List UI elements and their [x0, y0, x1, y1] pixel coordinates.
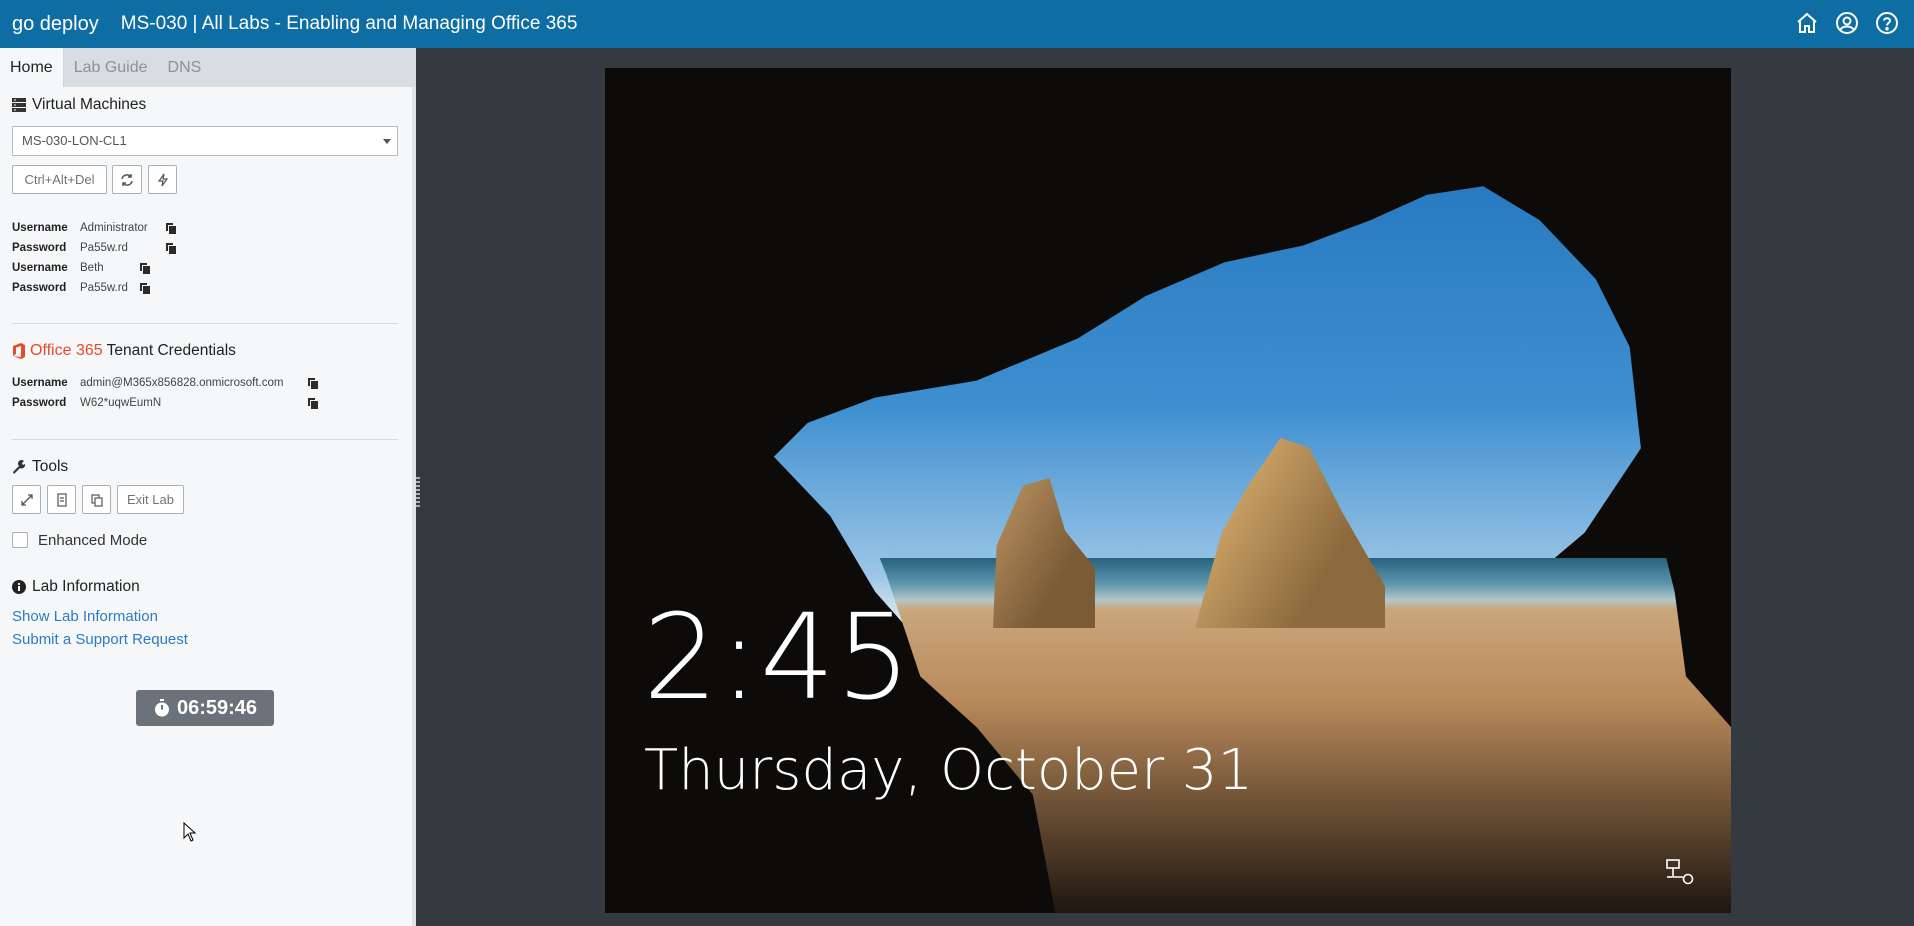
- help-icon[interactable]: [1874, 10, 1900, 36]
- copy-icon[interactable]: [165, 222, 177, 235]
- submit-support-request-link[interactable]: Submit a Support Request: [12, 631, 188, 648]
- vm-select[interactable]: MS-030-LON-CL1: [12, 126, 398, 156]
- lock-screen-time: 2:45: [643, 588, 912, 726]
- remote-desktop-screen[interactable]: 2:45 Thursday, October 31: [605, 68, 1731, 913]
- copy-icon[interactable]: [165, 242, 177, 255]
- tenant-credentials-heading: Office 365 Tenant Credentials: [12, 342, 236, 360]
- credential-value: W62*uqwEumN: [80, 397, 162, 409]
- ctrl-alt-del-button[interactable]: Ctrl+Alt+Del: [12, 165, 107, 194]
- credential-key: Password: [12, 242, 67, 254]
- timer-value: 06:59:46: [176, 696, 258, 719]
- lab-timer: 06:59:46: [136, 690, 274, 726]
- fullscreen-button[interactable]: [12, 485, 41, 514]
- expand-icon: [20, 493, 33, 506]
- server-icon: [12, 98, 26, 112]
- power-button[interactable]: [148, 165, 177, 194]
- virtual-machines-label: Virtual Machines: [32, 96, 147, 113]
- user-account-icon[interactable]: [1834, 10, 1860, 36]
- sidebar: Home Lab Guide DNS Virtual Machines MS-0…: [0, 48, 416, 926]
- clipboard-button[interactable]: [47, 485, 76, 514]
- tenant-credential-row: Password W62*uqwEumN: [12, 395, 161, 411]
- copy-icon[interactable]: [307, 377, 319, 390]
- refresh-icon: [121, 173, 133, 186]
- vm-credential-row: Password Pa55w.rd: [12, 280, 128, 296]
- tools-heading: Tools: [12, 458, 68, 476]
- top-bar: go deploy MS-030 | All Labs - Enabling a…: [0, 0, 1914, 48]
- chevron-down-icon: [383, 139, 391, 144]
- credential-key: Username: [12, 262, 68, 274]
- office-logo-icon: [13, 343, 25, 359]
- enhanced-mode-label[interactable]: Enhanced Mode: [38, 532, 147, 549]
- tools-label: Tools: [32, 458, 69, 475]
- copy-icon[interactable]: [307, 397, 319, 410]
- credential-key: Password: [12, 282, 67, 294]
- tab-home[interactable]: Home: [0, 48, 64, 87]
- tenant-credentials-label: Tenant Credentials: [106, 342, 236, 359]
- refresh-button[interactable]: [112, 165, 142, 194]
- lock-screen-date: Thursday, October 31: [644, 738, 1254, 803]
- credential-value: Pa55w.rd: [80, 282, 128, 294]
- exit-lab-button[interactable]: Exit Lab: [117, 485, 184, 514]
- credential-value: Beth: [80, 262, 104, 274]
- credential-key: Username: [12, 377, 68, 389]
- credential-value: admin@M365x856828.onmicrosoft.com: [80, 377, 284, 389]
- tab-lab-guide[interactable]: Lab Guide: [64, 48, 158, 87]
- vm-credential-row: Username Beth: [12, 260, 104, 276]
- home-icon[interactable]: [1794, 10, 1820, 36]
- wrench-icon: [13, 460, 26, 474]
- mouse-cursor-icon: [183, 822, 197, 842]
- network-icon[interactable]: [1664, 857, 1696, 887]
- show-lab-information-link[interactable]: Show Lab Information: [12, 608, 158, 625]
- vm-credential-row: Password Pa55w.rd: [12, 240, 128, 256]
- lab-information-label: Lab Information: [32, 578, 140, 595]
- office-365-brand: Office 365: [30, 342, 103, 359]
- sidebar-tabs: Home Lab Guide DNS: [0, 48, 416, 87]
- vm-select-value: MS-030-LON-CL1: [22, 133, 127, 148]
- copy-icon[interactable]: [139, 262, 151, 275]
- info-icon: [12, 580, 26, 594]
- divider: [12, 323, 398, 324]
- sidebar-resize-handle[interactable]: [416, 475, 422, 509]
- tab-dns[interactable]: DNS: [158, 48, 212, 87]
- copy-icon: [90, 493, 103, 507]
- document-icon: [56, 492, 67, 507]
- divider: [12, 439, 398, 440]
- enhanced-mode-checkbox[interactable]: [12, 532, 28, 548]
- lightning-icon: [157, 173, 168, 186]
- lab-title: MS-030 | All Labs - Enabling and Managin…: [120, 13, 578, 34]
- credential-value: Administrator: [80, 222, 148, 234]
- tenant-credential-row: Username admin@M365x856828.onmicrosoft.c…: [12, 375, 283, 391]
- virtual-machines-heading: Virtual Machines: [12, 96, 146, 114]
- lab-information-heading: Lab Information: [12, 578, 140, 596]
- vm-credential-row: Username Administrator: [12, 220, 148, 236]
- credential-value: Pa55w.rd: [80, 242, 128, 254]
- stopwatch-icon: [154, 699, 169, 717]
- copy-paste-button[interactable]: [82, 485, 111, 514]
- brand-logo[interactable]: go deploy: [12, 13, 99, 36]
- copy-icon[interactable]: [139, 282, 151, 295]
- credential-key: Password: [12, 397, 67, 409]
- credential-key: Username: [12, 222, 68, 234]
